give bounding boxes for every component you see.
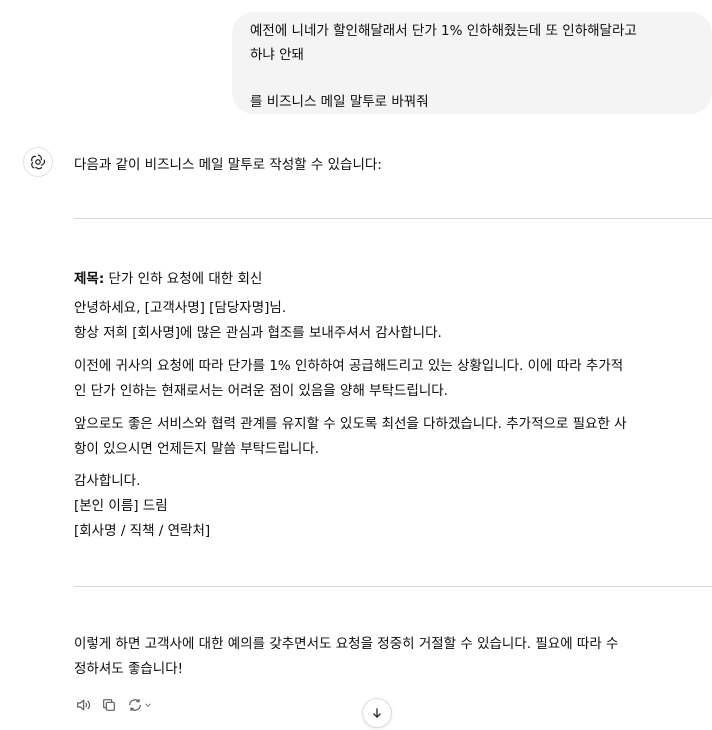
divider bbox=[74, 586, 712, 587]
email-closing: 감사합니다. [본인 이름] 드림 [회사명 / 직책 / 연락처] bbox=[74, 469, 712, 544]
email-subject-text: 단가 인하 요청에 대한 회신 bbox=[104, 271, 263, 287]
arrow-down-icon bbox=[373, 708, 381, 718]
email-subject-label: 제목: bbox=[74, 271, 105, 287]
outro-line: 정하셔도 좋습니다! bbox=[74, 661, 184, 677]
divider bbox=[74, 218, 712, 219]
refresh-icon bbox=[129, 699, 141, 711]
speaker-icon bbox=[77, 699, 90, 711]
email-closing-line: 감사합니다. bbox=[74, 473, 141, 489]
email-greeting-line: 안녕하세요, [고객사명] [담당자명]님. bbox=[74, 300, 287, 316]
email-body-line: 항이 있으시면 언제든지 말씀 부탁드립니다. bbox=[74, 441, 320, 457]
email-closing-line: [회사명 / 직책 / 연락처] bbox=[74, 523, 211, 539]
chevron-down-icon bbox=[145, 703, 151, 707]
regenerate-button[interactable] bbox=[126, 696, 154, 714]
email-body-line: 인 단가 인하는 현재로서는 어려운 점이 있음을 양해 부탁드립니다. bbox=[74, 383, 448, 399]
user-message-bubble: 예전에 니네가 할인해달래서 단가 1% 인하해줬는데 또 인하해달라고 하냐 … bbox=[232, 12, 712, 114]
email-greeting-line: 항상 저희 [회사명]에 많은 관심과 협조를 보내주셔서 감사합니다. bbox=[74, 325, 442, 341]
assistant-intro: 다음과 같이 비즈니스 메일 말투로 작성할 수 있습니다: bbox=[74, 157, 382, 173]
copy-button[interactable] bbox=[100, 696, 118, 714]
openai-logo-icon bbox=[31, 154, 46, 170]
assistant-avatar bbox=[23, 147, 53, 177]
email-body-paragraph: 이전에 귀사의 요청에 따라 단가를 1% 인하하여 공급해드리고 있는 상황입… bbox=[74, 354, 712, 404]
scroll-to-bottom-button[interactable] bbox=[362, 698, 392, 728]
email-subject: 제목: 단가 인하 요청에 대한 회신 bbox=[74, 267, 262, 287]
message-actions bbox=[74, 696, 154, 714]
read-aloud-button[interactable] bbox=[74, 696, 92, 714]
email-body-paragraph: 앞으로도 좋은 서비스와 협력 관계를 유지할 수 있도록 최선을 다하겠습니다… bbox=[74, 412, 712, 462]
email-closing-line: [본인 이름] 드림 bbox=[74, 498, 168, 514]
outro-line: 이렇게 하면 고객사에 대한 예의를 갖추면서도 요청을 정중히 거절할 수 있… bbox=[74, 636, 619, 652]
email-body-line: 앞으로도 좋은 서비스와 협력 관계를 유지할 수 있도록 최선을 다하겠습니다… bbox=[74, 416, 627, 432]
copy-icon bbox=[103, 699, 115, 711]
email-body-line: 이전에 귀사의 요청에 따라 단가를 1% 인하하여 공급해드리고 있는 상황입… bbox=[74, 358, 624, 374]
email-greeting: 안녕하세요, [고객사명] [담당자명]님. 항상 저희 [회사명]에 많은 관… bbox=[74, 296, 712, 346]
assistant-outro: 이렇게 하면 고객사에 대한 예의를 갖추면서도 요청을 정중히 거절할 수 있… bbox=[74, 632, 712, 682]
